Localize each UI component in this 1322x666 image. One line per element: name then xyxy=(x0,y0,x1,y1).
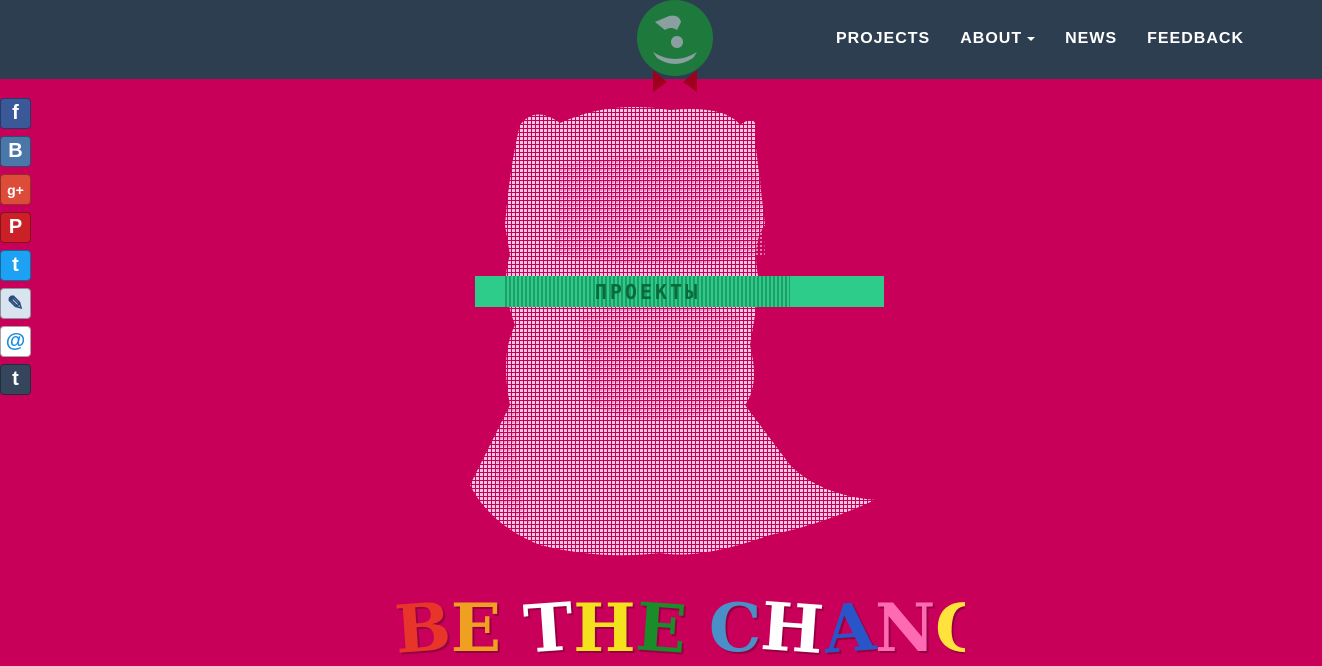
nav-news[interactable]: NEWS xyxy=(1065,30,1117,48)
tagline-be-the-change: BE THE CHANGE xyxy=(395,590,965,666)
tagline-letter: B xyxy=(395,590,454,666)
hero-title-bar: ПРОЕКТЫ xyxy=(475,276,884,307)
tagline-letter: A xyxy=(821,590,878,666)
mail-icon[interactable]: @ xyxy=(0,326,31,357)
livejournal-icon[interactable]: ✎ xyxy=(0,288,31,319)
caret-down-icon xyxy=(1027,36,1036,41)
tagline-space xyxy=(501,590,524,666)
tagline-letter: E xyxy=(632,590,689,666)
tagline-letter: C xyxy=(708,590,762,666)
tagline-letter: G xyxy=(932,590,965,666)
vk-icon[interactable]: B xyxy=(0,136,31,167)
social-share-bar: f Bg+ Pt ✎ @ t xyxy=(0,98,32,402)
tagline-letter: E xyxy=(450,590,502,666)
top-navbar: PROJECTS ABOUT NEWS FEEDBACK xyxy=(0,0,1322,92)
nav-about[interactable]: ABOUT xyxy=(960,30,1036,48)
google-plus-icon[interactable]: g+ xyxy=(0,174,31,205)
hero-title: ПРОЕКТЫ xyxy=(505,276,790,307)
twitter-icon[interactable]: t xyxy=(0,250,31,281)
tagline-space xyxy=(686,590,709,666)
nav-feedback[interactable]: FEEDBACK xyxy=(1147,30,1244,48)
logo-hand-coin-icon[interactable] xyxy=(635,0,715,95)
pinterest-icon[interactable]: P xyxy=(0,212,31,243)
tagline-letter: N xyxy=(874,590,936,666)
dotted-portrait-image xyxy=(470,106,875,556)
tagline-letter: T xyxy=(521,590,576,666)
tagline-letter: H xyxy=(573,590,636,666)
main-nav: PROJECTS ABOUT NEWS FEEDBACK xyxy=(836,30,1244,48)
tagline-letter: H xyxy=(758,590,827,666)
facebook-icon[interactable]: f xyxy=(0,98,31,129)
tumblr-icon[interactable]: t xyxy=(0,364,31,395)
nav-projects[interactable]: PROJECTS xyxy=(836,30,930,48)
